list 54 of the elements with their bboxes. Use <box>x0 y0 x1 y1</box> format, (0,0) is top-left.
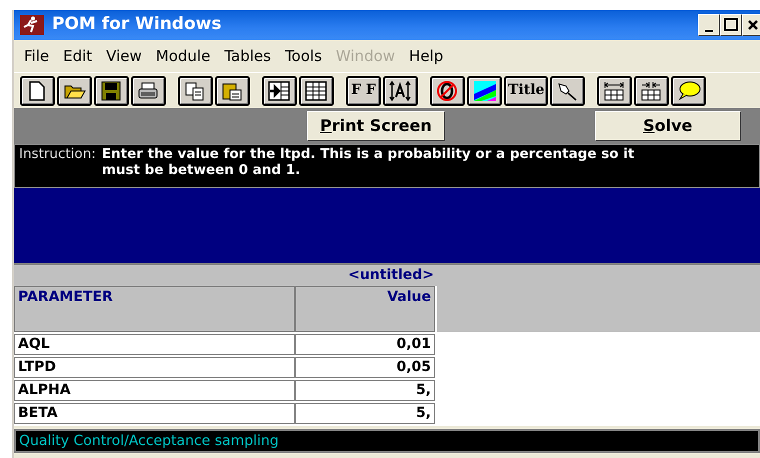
pushpin-button[interactable] <box>550 76 586 106</box>
color-stripes-button[interactable] <box>467 76 502 106</box>
minimize-icon <box>705 30 713 32</box>
printer-icon <box>136 80 160 102</box>
table-cell: ALPHA <box>14 380 295 401</box>
close-icon <box>747 19 759 31</box>
table-cell: 0,01 <box>295 334 435 355</box>
copy-button[interactable] <box>178 76 213 106</box>
table-cell: 5, <box>295 380 435 401</box>
toolbar-button[interactable]: F F <box>346 76 381 106</box>
instruction-text: Enter the value for the ltpd. This is a probability or a percentage so it must be between 0 and 1. <box>102 147 636 180</box>
open-folder-button[interactable] <box>57 76 92 106</box>
font-size-button[interactable] <box>383 76 418 106</box>
grid-icon <box>304 80 328 102</box>
table-cell: 0,05 <box>295 357 435 378</box>
print-screen-button[interactable]: Print Screen <box>307 111 445 141</box>
no-zero-button[interactable] <box>430 76 465 106</box>
paste-button[interactable] <box>215 76 250 106</box>
menu-item[interactable]: File <box>20 44 60 68</box>
table-cell: LTPD <box>14 357 295 378</box>
app-logo-icon <box>20 15 44 35</box>
speech-bubble-button[interactable] <box>671 76 706 106</box>
floppy-disk-button[interactable] <box>94 76 129 106</box>
column-narrow-button[interactable] <box>634 76 670 106</box>
font-size-icon <box>388 80 412 102</box>
speech-bubble-icon <box>676 80 701 102</box>
close-button[interactable] <box>742 14 760 36</box>
menu-item[interactable]: View <box>102 44 152 68</box>
maximize-button[interactable] <box>720 14 742 36</box>
color-stripes-icon <box>472 80 496 102</box>
new-page-button[interactable] <box>20 76 55 106</box>
menu-item[interactable]: Tables <box>220 44 281 68</box>
menu-item[interactable]: Help <box>405 44 454 68</box>
printer-button[interactable] <box>131 76 166 106</box>
column-header: Value <box>295 286 435 332</box>
table-cell: 5, <box>295 403 435 424</box>
status-bar: Quality Control/Acceptance sampling <box>14 429 760 453</box>
window-title: POM for Windows <box>52 13 222 36</box>
menu-item[interactable]: Edit <box>59 44 102 68</box>
grid-button[interactable] <box>299 76 334 106</box>
toolbar-button[interactable]: Title <box>504 76 548 106</box>
floppy-disk-icon <box>100 80 124 102</box>
minimize-button[interactable] <box>698 14 720 36</box>
table-cell: BETA <box>14 403 295 424</box>
column-widen-button[interactable] <box>597 76 632 106</box>
table-cell: AQL <box>14 334 295 355</box>
menu-item[interactable]: Tools <box>280 44 332 68</box>
solve-button[interactable]: Solve <box>594 111 741 141</box>
menu-item[interactable]: Module <box>152 44 220 68</box>
column-header: PARAMETER <box>14 286 295 332</box>
no-zero-icon <box>436 80 460 102</box>
instruction-label: Instruction: <box>19 147 96 164</box>
grid-arrow-button[interactable] <box>262 76 297 106</box>
maximize-icon <box>724 18 738 32</box>
